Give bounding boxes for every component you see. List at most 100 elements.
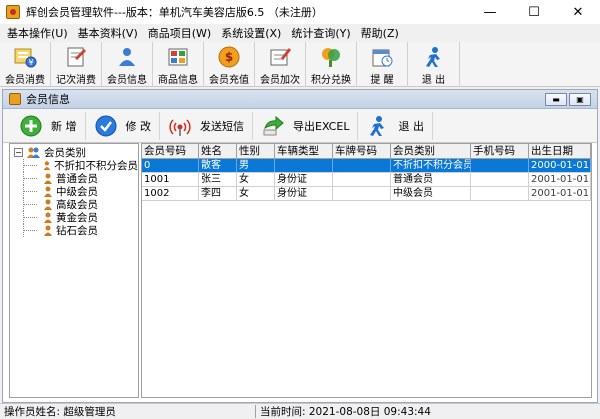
cell-member-no: 0	[142, 159, 199, 172]
add-count-label: 会员加次	[260, 75, 300, 86]
cell-phone	[471, 173, 529, 186]
column-header-phone[interactable]: 手机号码	[471, 144, 529, 158]
send-sms-label: 发送短信	[200, 119, 244, 133]
cell-plate-no	[333, 187, 391, 200]
member-type-icon	[44, 186, 52, 197]
count-consume-button[interactable]: 记次消费	[51, 42, 102, 87]
cell-vehicle-type: 身份证	[275, 173, 333, 186]
reminder-button[interactable]: 提 醒	[357, 42, 408, 87]
member-info-window: 会员信息 ▬ ▣ 新 增 修 改 发送短信 导出EXCEL 退 出 − 会员类别…	[2, 89, 598, 403]
column-header-name[interactable]: 姓名	[199, 144, 237, 158]
close-button[interactable]: ✕	[556, 0, 600, 24]
add-icon	[19, 114, 43, 138]
column-header-birthdate[interactable]: 出生日期	[529, 144, 591, 158]
count-consume-label: 记次消费	[56, 75, 96, 86]
points-exchange-button[interactable]: 积分兑换	[306, 42, 357, 87]
cell-vehicle-type	[275, 159, 333, 172]
cell-member-type: 中级会员	[391, 187, 471, 200]
status-time: 当前时间: 2021-08-08日 09:43:44	[260, 406, 431, 418]
column-header-vehicle-type[interactable]: 车辆类型	[275, 144, 333, 158]
child-window-title: 会员信息	[26, 93, 70, 106]
reminder-icon	[369, 45, 395, 69]
add-count-icon	[267, 45, 293, 69]
points-exchange-icon	[318, 45, 344, 69]
window-title: 辉创会员管理软件---版本：单机汽车美容店版6.5 （未注册）	[26, 6, 323, 19]
table-row[interactable]: 0 散客 男 不折扣不积分会员 2000-01-01	[142, 159, 591, 173]
member-consume-button[interactable]: ¥ 会员消费	[0, 42, 51, 87]
tree-item-diamond[interactable]: 钻石会员	[14, 224, 138, 237]
add-member-label: 新 增	[51, 119, 77, 133]
group-icon	[27, 147, 40, 158]
add-count-button[interactable]: 会员加次	[255, 42, 306, 87]
exit-icon	[421, 45, 447, 69]
menu-products[interactable]: 商品项目(W)	[143, 25, 216, 41]
cell-phone	[471, 187, 529, 200]
menu-statistics[interactable]: 统计查询(Y)	[286, 25, 355, 41]
edit-member-button[interactable]: 修 改	[86, 111, 160, 140]
child-exit-button[interactable]: 退 出	[358, 111, 433, 140]
recharge-button[interactable]: $ 会员充值	[204, 42, 255, 87]
export-excel-label: 导出EXCEL	[293, 119, 350, 133]
member-type-icon	[44, 199, 52, 210]
reminder-label: 提 醒	[370, 75, 394, 86]
cell-phone	[471, 159, 529, 172]
exit-label: 退 出	[421, 75, 446, 86]
member-consume-icon: ¥	[12, 45, 38, 69]
count-consume-icon	[63, 45, 89, 69]
edit-member-label: 修 改	[125, 119, 152, 133]
title-bar: 辉创会员管理软件---版本：单机汽车美容店版6.5 （未注册） — ☐ ✕	[0, 0, 600, 24]
child-restore-button[interactable]: ▣	[569, 93, 591, 106]
status-operator: 操作员姓名: 超级管理员	[4, 406, 116, 418]
column-header-member-type[interactable]: 会员类别	[391, 144, 471, 158]
export-excel-button[interactable]: 导出EXCEL	[253, 111, 359, 140]
member-info-icon	[114, 45, 140, 69]
maximize-button[interactable]: ☐	[512, 0, 556, 24]
app-icon	[6, 5, 20, 19]
svg-text:$: $	[225, 50, 233, 64]
menu-basic-data[interactable]: 基本资料(V)	[73, 25, 143, 41]
add-member-button[interactable]: 新 增	[11, 111, 86, 140]
cell-gender: 男	[237, 159, 275, 172]
product-info-icon	[165, 45, 191, 69]
recharge-icon: $	[216, 45, 242, 69]
svg-text:¥: ¥	[28, 58, 33, 67]
cell-name: 李四	[199, 187, 237, 200]
table-row[interactable]: 1002 李四 女 身份证 中级会员 2001-01-01	[142, 187, 591, 201]
menu-bar: 基本操作(U) 基本资料(V) 商品项目(W) 系统设置(X) 统计查询(Y) …	[0, 24, 600, 42]
points-exchange-label: 积分兑换	[311, 75, 351, 86]
menu-settings[interactable]: 系统设置(X)	[216, 25, 286, 41]
cell-member-type: 不折扣不积分会员	[393, 159, 471, 172]
column-header-member-no[interactable]: 会员号码	[142, 144, 199, 158]
cell-gender: 女	[237, 173, 275, 186]
member-type-icon	[44, 212, 52, 223]
window-controls: — ☐ ✕	[468, 0, 600, 24]
cell-vehicle-type: 身份证	[275, 187, 333, 200]
exit-button[interactable]: 退 出	[408, 42, 460, 87]
tree-item-label: 钻石会员	[56, 225, 98, 237]
column-header-plate-no[interactable]: 车牌号码	[333, 144, 391, 158]
product-info-label: 商品信息	[158, 75, 198, 86]
exit-icon	[366, 114, 390, 138]
member-action-toolbar: 新 增 修 改 发送短信 导出EXCEL 退 出	[3, 109, 597, 143]
cell-birthdate: 2000-01-01	[531, 159, 591, 172]
tree-collapse-toggle[interactable]: −	[14, 148, 23, 157]
column-header-gender[interactable]: 性别	[237, 144, 275, 158]
cell-member-type: 普通会员	[391, 173, 471, 186]
cell-plate-no	[333, 159, 391, 172]
menu-basic-ops[interactable]: 基本操作(U)	[2, 25, 73, 41]
minimize-button[interactable]: —	[468, 0, 512, 24]
member-type-icon	[44, 225, 52, 236]
table-row[interactable]: 1001 张三 女 身份证 普通会员 2001-01-01	[142, 173, 591, 187]
child-minimize-button[interactable]: ▬	[545, 93, 567, 106]
member-info-button[interactable]: 会员信息	[102, 42, 153, 87]
member-table: 会员号码 姓名 性别 车辆类型 车牌号码 会员类别 手机号码 出生日期 0 散客…	[141, 143, 592, 398]
menu-help[interactable]: 帮助(Z)	[356, 25, 404, 41]
send-sms-button[interactable]: 发送短信	[160, 111, 253, 140]
member-info-label: 会员信息	[107, 75, 147, 86]
member-category-tree: − 会员类别 不折扣不积分会员 普通会员 中级会员 高级会员 黄金会员 钻石会员	[9, 143, 139, 398]
cell-member-no: 1001	[142, 173, 199, 186]
child-window-icon	[9, 93, 21, 105]
status-bar: 操作员姓名: 超级管理员 当前时间: 2021-08-08日 09:43:44	[0, 403, 600, 419]
product-info-button[interactable]: 商品信息	[153, 42, 204, 87]
member-type-icon	[44, 173, 52, 184]
